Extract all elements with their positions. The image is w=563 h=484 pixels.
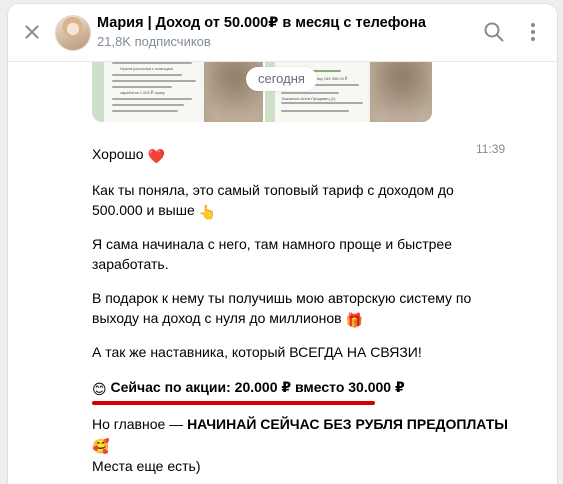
promo-text: Сейчас по акции: 20.000 ₽ вместо 30.000 … [110,379,405,395]
screenshot-text: Вакансия Анна Продавец (1) [282,96,336,101]
promo-line: 😊 Сейчас по акции: 20.000 ₽ вместо 30.00… [92,377,405,399]
chat-header: Мария | Доход от 50.000₽ в месяц с телеф… [8,4,557,62]
avatar[interactable] [55,15,91,51]
message-text: В подарок к нему ты получишь мою авторск… [92,290,472,306]
message-text-bold: НАЧИНАЙ СЕЙЧАС БЕЗ РУБЛЯ ПРЕДОПЛАТЫ [187,416,508,432]
smile-icon: 😊 [92,381,107,397]
subscribers-count: 21,8K подписчиков [97,34,211,49]
date-badge: сегодня [246,67,317,91]
message-text: заработать. [92,256,169,272]
screenshot-text: Нужна рассылка с помощью [120,66,173,71]
message-text: Я сама начинала с него, там намного прощ… [92,236,452,252]
smiling-hearts-icon: 🥰 [92,438,110,454]
close-icon[interactable] [21,21,43,43]
message-text: Хорошо [92,146,144,162]
message-text: выходу на доход с нуля до миллионов [92,310,342,326]
message-text: А так же наставника, который ВСЕГДА НА С… [92,344,422,360]
message-text: Места еще есть) [92,458,201,474]
message-line: Хорошо ❤️ [92,144,165,166]
message-paragraph: В подарок к нему ты получишь мою авторск… [92,288,471,330]
search-icon[interactable] [483,21,505,43]
message-paragraph: Но главное — НАЧИНАЙ СЕЙЧАС БЕЗ РУБЛЯ ПР… [92,414,508,476]
pointing-up-icon: 👆 [198,204,217,220]
message-paragraph: Я сама начинала с него, там намного прощ… [92,234,452,274]
more-icon[interactable] [522,21,544,43]
message-time: 11:39 [476,142,506,156]
promo-underline [92,401,375,405]
message-text: Но главное — [92,416,188,432]
message-text: Как ты поняла, это самый топовый тариф с… [92,182,454,198]
message-paragraph: Как ты поняла, это самый топовый тариф с… [92,180,454,222]
heart-icon: ❤️ [147,148,165,164]
message-text: 500.000 и выше [92,202,195,218]
screenshot-text: заработок 1 000 ₽ сразу [120,90,165,95]
gift-icon: 🎁 [345,312,363,328]
chat-title[interactable]: Мария | Доход от 50.000₽ в месяц с телеф… [97,15,426,31]
message-paragraph: А так же наставника, который ВСЕГДА НА С… [92,342,422,362]
